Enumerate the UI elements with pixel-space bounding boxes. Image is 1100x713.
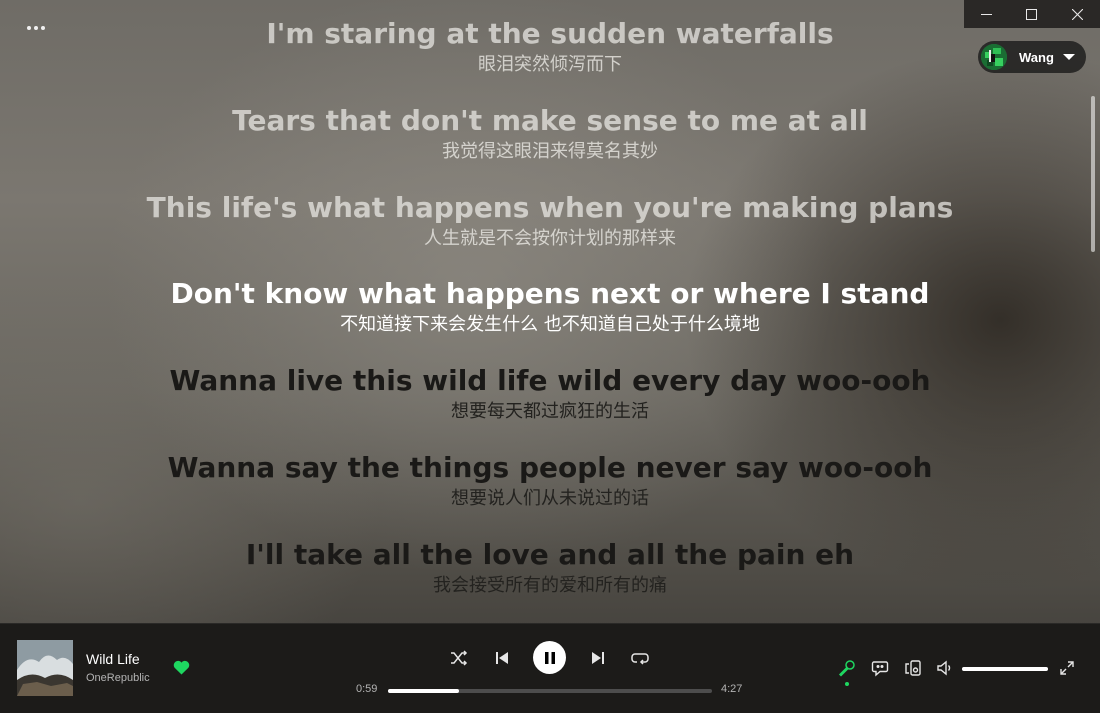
lyric-line[interactable]: Wanna live this wild life wild every day… (0, 361, 1100, 448)
lyrics-list: I'm staring at the sudden waterfalls 眼泪突… (0, 14, 1100, 622)
progress-bar[interactable] (388, 689, 712, 693)
lyric-translation: 人生就是不会按你计划的那样来 (424, 227, 676, 249)
previous-icon[interactable] (492, 648, 512, 668)
lyric-text: Wanna say the things people never say wo… (167, 450, 933, 484)
album-cover[interactable] (17, 640, 73, 696)
lyric-line-current[interactable]: Don't know what happens next or where I … (0, 274, 1100, 361)
volume-icon[interactable] (935, 658, 955, 678)
lyric-text: This life's what happens when you're mak… (146, 190, 954, 224)
lyric-text: Don't know what happens next or where I … (170, 277, 930, 311)
lyric-translation: 我觉得这眼泪来得莫名其妙 (442, 140, 658, 162)
lyric-text: I'm staring at the sudden waterfalls (266, 17, 834, 50)
volume-fill (962, 667, 1048, 671)
lyric-text: I'll take all the love and all the pain … (245, 537, 855, 571)
lyric-translation: 眼泪突然倾泻而下 (478, 54, 622, 75)
shuffle-icon[interactable] (449, 648, 469, 668)
lyric-translation: 我会接受所有的爱和所有的痛 (433, 574, 667, 596)
pause-button[interactable] (533, 641, 566, 674)
lyrics-active-indicator (845, 682, 849, 686)
lyric-line[interactable]: Wanna say the things people never say wo… (0, 448, 1100, 535)
fullscreen-icon[interactable] (1057, 658, 1077, 678)
lyric-line[interactable]: Tears that don't make sense to me at all… (0, 101, 1100, 188)
lyrics-microphone-icon[interactable] (837, 658, 857, 678)
lyric-line[interactable]: This life's what happens when you're mak… (0, 188, 1100, 275)
repeat-icon[interactable] (630, 648, 650, 668)
track-artist[interactable]: OneRepublic (86, 672, 150, 684)
lyrics-view: Wang I'm staring at the sudden waterfall… (0, 0, 1100, 713)
track-title[interactable]: Wild Life (86, 651, 140, 667)
lyric-line[interactable]: I'll take all the love and all the pain … (0, 535, 1100, 622)
pause-icon (544, 651, 555, 664)
duration-time: 4:27 (721, 683, 743, 695)
lyric-translation: 想要说人们从未说过的话 (451, 487, 649, 509)
heart-icon[interactable] (173, 660, 190, 679)
player-bar: Wild Life OneRepublic 0:59 4:27 (0, 623, 1100, 713)
next-icon[interactable] (588, 648, 608, 668)
elapsed-time: 0:59 (356, 683, 378, 695)
lyric-text: Tears that don't make sense to me at all (232, 103, 868, 137)
lyric-line[interactable]: I'm staring at the sudden waterfalls 眼泪突… (0, 14, 1100, 101)
connect-device-icon[interactable] (903, 658, 923, 678)
lyric-translation: 想要每天都过疯狂的生活 (451, 401, 649, 423)
queue-icon[interactable] (870, 658, 890, 678)
lyric-text: Wanna live this wild life wild every day… (169, 364, 931, 398)
lyric-translation: 不知道接下来会发生什么 也不知道自己处于什么境地 (340, 314, 760, 336)
progress-fill (388, 689, 460, 693)
volume-slider[interactable] (962, 667, 1048, 671)
